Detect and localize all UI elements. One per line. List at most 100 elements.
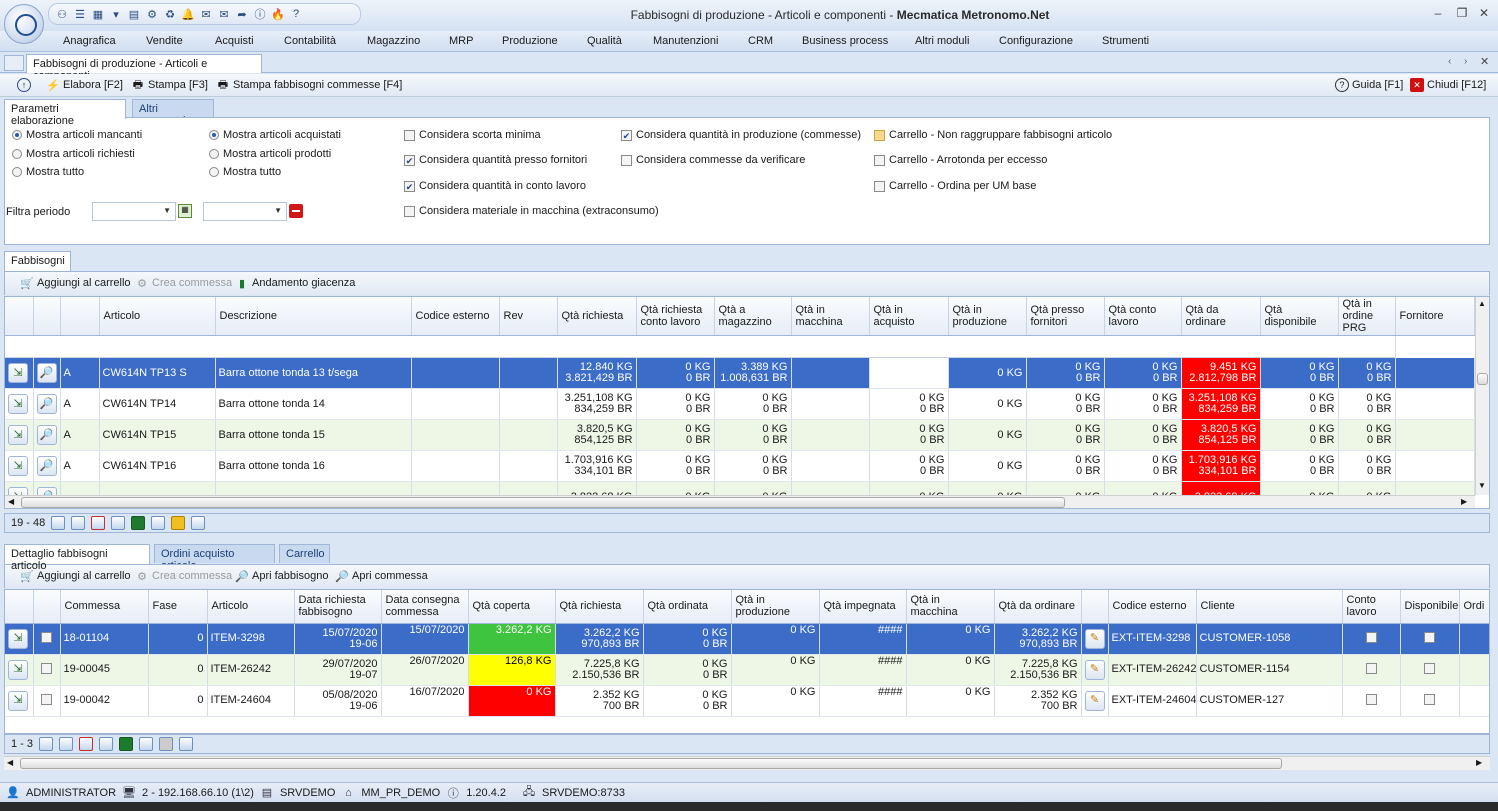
radio-mostra-mancanti[interactable]: Mostra articoli mancanti (12, 129, 142, 141)
scroll-right-icon[interactable]: › (1464, 56, 1467, 67)
pencil-icon[interactable]: ✎ (1084, 690, 1105, 711)
scroll-down-icon[interactable]: ▼ (1478, 481, 1486, 490)
grid-view-icon[interactable] (51, 516, 66, 530)
pencil-icon[interactable]: ✎ (1084, 628, 1105, 649)
menu-contabilita[interactable]: Contabilità (284, 35, 336, 47)
col-header[interactable]: Qtà richiesta (557, 297, 637, 336)
menu-vendite[interactable]: Vendite (146, 35, 183, 47)
tab-dettaglio-fabbisogni[interactable]: Dettaglio fabbisogni articolo (4, 544, 150, 572)
gear-icon[interactable]: ⚙ (145, 7, 159, 21)
scroll-thumb[interactable] (20, 758, 1282, 769)
date-to-combo[interactable]: ▼ (203, 202, 287, 221)
check-materiale-macchina[interactable]: Considera materiale in macchina (extraco… (404, 205, 659, 217)
table-row[interactable]: ⇲ 18-01104 0 ITEM-3298 15/07/2020 19-06 15/07/… (5, 623, 1489, 655)
elabora-button[interactable]: ⚡ Elabora [F2] (46, 78, 123, 92)
up-button[interactable]: ↑ (17, 78, 31, 92)
col-header[interactable]: Qtà ordinata (643, 590, 732, 624)
close-tab-icon[interactable]: ✕ (1480, 55, 1489, 68)
magnifier-icon[interactable]: 🔎 (36, 394, 57, 414)
disponibile-checkbox[interactable] (1424, 693, 1435, 705)
scroll-right-icon[interactable]: ▶ (1476, 758, 1482, 767)
mail-open-icon[interactable]: ✉ (217, 7, 231, 21)
check-arrotonda[interactable]: Carrello - Arrotonda per eccesso (874, 154, 1047, 166)
scroll-left-icon[interactable]: ◀ (7, 758, 13, 767)
menu-strumenti[interactable]: Strumenti (1102, 35, 1149, 47)
info-icon[interactable]: ⓘ (253, 7, 267, 21)
col-header[interactable]: Codice esterno (1108, 590, 1197, 624)
menu-produzione[interactable]: Produzione (502, 35, 558, 47)
filter-cell[interactable] (5, 335, 1396, 358)
filter-clear-icon[interactable] (171, 516, 186, 530)
menu-altri-moduli[interactable]: Altri moduli (915, 35, 969, 47)
conto-lavoro-checkbox[interactable] (1365, 631, 1377, 643)
tab-ordini-acquisto[interactable]: Ordini acquisto articolo (154, 544, 275, 572)
recycle-icon[interactable]: ♻ (163, 7, 177, 21)
magnifier-icon[interactable]: 🔎 (36, 456, 57, 476)
col-header[interactable]: Qtà in produzione (731, 590, 820, 624)
col-header[interactable]: Qtà impegnata (819, 590, 907, 624)
table-row[interactable]: ⇲ 19-00042 0 ITEM-24604 05/08/2020 19-06 16/07… (5, 685, 1489, 717)
check-commesse-verificare[interactable]: Considera commesse da verificare (621, 154, 805, 166)
menu-crm[interactable]: CRM (748, 35, 773, 47)
col-header[interactable]: Codice esterno (411, 297, 500, 336)
col-header[interactable]: Ordi (1459, 590, 1489, 624)
mail-icon[interactable]: ✉ (199, 7, 213, 21)
settings-icon[interactable] (139, 737, 154, 751)
scroll-left-icon[interactable]: ◀ (8, 497, 14, 506)
col-header[interactable]: Data richiesta fabbisogno (294, 590, 382, 624)
menu-configurazione[interactable]: Configurazione (999, 35, 1073, 47)
aggiungi-carrello-button[interactable]: 🛒 Aggiungi al carrello (20, 276, 130, 290)
menu-acquisti[interactable]: Acquisti (215, 35, 254, 47)
excel-icon[interactable] (131, 516, 146, 530)
disponibile-checkbox[interactable] (1424, 662, 1435, 674)
print-icon[interactable] (99, 737, 114, 751)
col-header[interactable]: Fornitore (1395, 297, 1475, 336)
col-header[interactable]: Descrizione (215, 297, 412, 336)
col-header[interactable]: Articolo (207, 590, 295, 624)
col-header[interactable]: Disponibile (1400, 590, 1460, 624)
col-header[interactable]: Fase (148, 590, 208, 624)
clear-icon[interactable] (289, 204, 303, 218)
table-row[interactable]: ⇲ 🔎 A CW614N TP16 Barra ottone tonda 16 1.703… (5, 450, 1475, 482)
check-scorta-minima[interactable]: Considera scorta minima (404, 129, 541, 141)
copy-icon[interactable] (179, 737, 194, 751)
menu-magazzino[interactable]: Magazzino (367, 35, 420, 47)
bell-icon[interactable]: 🔔 (181, 7, 195, 21)
col-header[interactable]: Qtà richiesta conto lavoro (636, 297, 715, 336)
apri-commessa-button[interactable]: 🔎 Apri commessa (335, 569, 428, 583)
radio-mostra-tutto-2[interactable]: Mostra tutto (209, 166, 281, 178)
col-header[interactable]: Qtà disponibile (1260, 297, 1339, 336)
col-header[interactable]: Qtà in acquisto (869, 297, 949, 336)
tab-parametri-elaborazione[interactable]: Parametri elaborazione (4, 99, 126, 127)
delete-row-icon[interactable] (79, 737, 94, 751)
excel-icon[interactable] (119, 737, 134, 751)
copy-icon[interactable] (191, 516, 206, 530)
date-from-combo[interactable]: ▼ (92, 202, 176, 221)
check-in-produzione[interactable]: ✔ Considera quantità in produzione (comme… (621, 129, 861, 141)
guida-button[interactable]: ? Guida [F1] (1335, 78, 1403, 92)
help-icon[interactable]: ? (289, 7, 303, 21)
menu-manutenzioni[interactable]: Manutenzioni (653, 35, 718, 47)
grid-icon[interactable]: ▤ (127, 7, 141, 21)
check-non-raggruppare[interactable]: Carrello - Non raggruppare fabbisogni ar… (874, 129, 1112, 141)
minimize-icon[interactable]: – (1428, 6, 1448, 22)
scroll-right-icon[interactable]: ▶ (1461, 497, 1467, 506)
col-header[interactable]: Commessa (60, 590, 149, 624)
add-to-cart-icon[interactable]: ⇲ (8, 456, 28, 476)
stampa-button[interactable]: 🖶 Stampa [F3] (131, 78, 208, 92)
add-to-cart-icon[interactable]: ⇲ (8, 690, 28, 711)
table-row[interactable]: ⇲ 19-00045 0 ITEM-26242 29/07/2020 19-07 26/07… (5, 654, 1489, 686)
doc-tab-fabbisogni[interactable]: Fabbisogni di produzione - Articoli e co… (26, 54, 262, 82)
col-header[interactable]: Qtà da ordinare (1181, 297, 1261, 336)
calendar-icon[interactable]: ▦ (178, 204, 192, 218)
add-row-icon[interactable] (71, 516, 86, 530)
fire-icon[interactable]: 🔥 (271, 7, 285, 21)
col-header[interactable]: Conto lavoro (1342, 590, 1401, 624)
menu-business-process[interactable]: Business process (802, 35, 888, 47)
conto-lavoro-checkbox[interactable] (1365, 662, 1377, 674)
row-checkbox[interactable] (41, 631, 52, 643)
horizontal-scrollbar[interactable]: ◀ ▶ (5, 495, 1475, 508)
add-to-cart-icon[interactable]: ⇲ (8, 425, 28, 445)
check-ordina-um[interactable]: Carrello - Ordina per UM base (874, 180, 1036, 192)
stampa-commesse-button[interactable]: 🖶 Stampa fabbisogni commesse [F4] (216, 78, 403, 92)
